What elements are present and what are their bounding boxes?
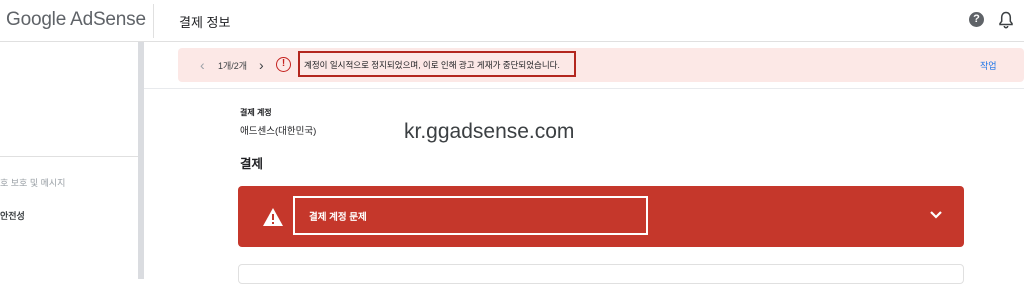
adsense-logo[interactable]: Google AdSense — [6, 9, 146, 31]
sidebar-divider — [0, 156, 138, 157]
alert-message: 계정이 일시적으로 정지되었으며, 이로 인해 광고 게재가 중단되었습니다. — [304, 60, 560, 70]
alert-action-link[interactable]: 작업 — [980, 59, 997, 72]
payments-section-title: 결제 — [240, 157, 264, 171]
warning-triangle-icon — [263, 208, 283, 226]
top-app-bar: Google AdSense 결제 정보 ? — [0, 0, 1024, 42]
sidebar-item-safety[interactable]: 안전성 — [0, 209, 25, 222]
alert-pager-count: 1개/2개 — [218, 61, 248, 71]
error-circle-icon: ! — [276, 57, 291, 72]
sidebar-item-privacy-messages[interactable]: 호 보호 및 메시지 — [0, 176, 65, 189]
page-title: 결제 정보 — [179, 15, 231, 30]
sidebar-nav — [0, 42, 138, 279]
billing-issue-title: 결제 계정 문제 — [309, 212, 367, 223]
billing-account-value: 애드센스(대한민국) — [240, 126, 317, 137]
watermark-text: kr.ggadsense.com — [404, 120, 575, 143]
bell-icon[interactable] — [998, 11, 1014, 29]
content-divider — [144, 88, 1024, 89]
chevron-down-icon[interactable] — [929, 210, 943, 220]
billing-account-label: 결제 계정 — [240, 108, 272, 117]
next-card — [238, 264, 964, 284]
help-icon[interactable]: ? — [969, 12, 984, 27]
chevron-left-icon[interactable]: ‹ — [200, 57, 205, 73]
header-divider — [153, 4, 154, 38]
chevron-right-icon[interactable]: › — [259, 57, 264, 73]
